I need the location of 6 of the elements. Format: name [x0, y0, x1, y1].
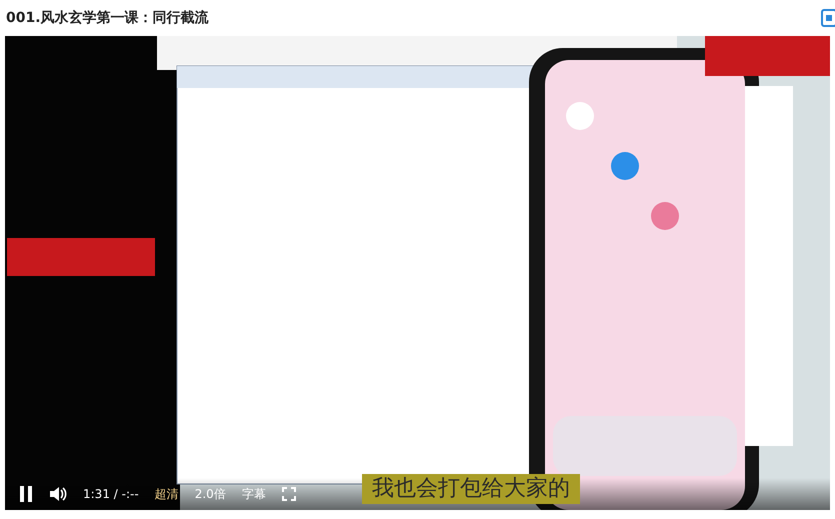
video-title: 001.风水玄学第一课：同行截流 [6, 9, 209, 27]
playback-time: 1:31 / -:-- [83, 487, 139, 501]
subtitles-button[interactable]: 字幕 [242, 486, 266, 502]
speed-button[interactable]: 2.0倍 [194, 486, 226, 502]
subtitle-caption: 我也会打包给大家的 [362, 474, 580, 504]
quality-button[interactable]: 超清 [154, 486, 179, 502]
